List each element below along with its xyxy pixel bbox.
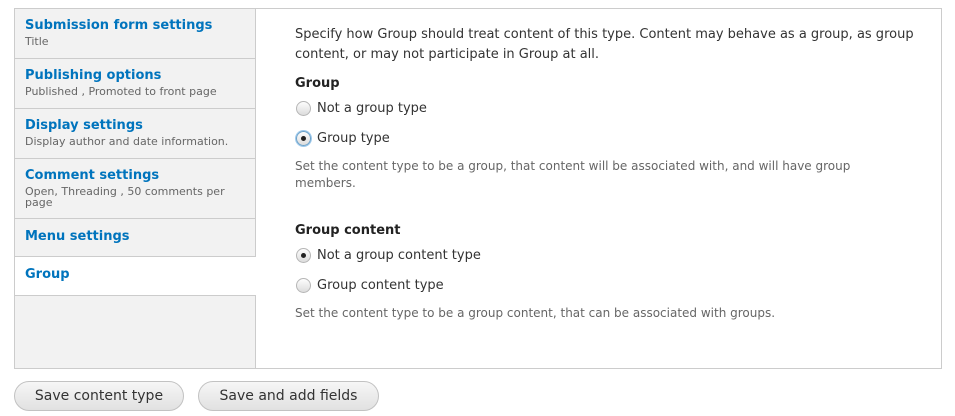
pane-description: Specify how Group should treat content o… [295, 27, 914, 62]
group-description: Set the content type to be a group, that… [295, 159, 851, 190]
tab-title: Menu settings [25, 229, 130, 244]
tab-display-settings[interactable]: Display settings Display author and date… [15, 109, 255, 159]
tab-group[interactable]: Group [15, 257, 256, 296]
radio-button[interactable] [296, 101, 311, 116]
tab-summary: Open, Threading , 50 comments per page [25, 185, 225, 209]
group-content-description: Set the content type to be a group conte… [295, 306, 776, 320]
save-content-type-button[interactable]: Save content type [14, 381, 184, 411]
radio-label: Group type [317, 131, 390, 146]
radio-button[interactable] [296, 278, 311, 293]
radio-not-group-content-type[interactable]: Not a group content type [296, 248, 481, 263]
radio-button[interactable] [296, 248, 311, 263]
tab-title: Display settings [25, 118, 143, 133]
radio-label: Not a group type [317, 101, 427, 116]
tab-title: Submission form settings [25, 18, 213, 33]
tab-summary: Title [25, 35, 49, 48]
radio-group-content-type[interactable]: Group content type [296, 278, 444, 293]
vertical-tab-list: Submission form settings Title Publishin… [15, 9, 256, 368]
tab-title: Comment settings [25, 168, 160, 183]
radio-button[interactable] [296, 131, 311, 146]
tab-menu-settings[interactable]: Menu settings [15, 219, 255, 257]
tab-title: Publishing options [25, 68, 162, 83]
radio-group-type[interactable]: Group type [296, 131, 390, 146]
group-heading: Group [295, 76, 340, 91]
radio-label: Group content type [317, 278, 444, 293]
tab-submission-form-settings[interactable]: Submission form settings Title [15, 9, 255, 59]
radio-not-group-type[interactable]: Not a group type [296, 101, 427, 116]
save-and-add-fields-button[interactable]: Save and add fields [198, 381, 379, 411]
tab-comment-settings[interactable]: Comment settings Open, Threading , 50 co… [15, 159, 255, 219]
tab-publishing-options[interactable]: Publishing options Published , Promoted … [15, 59, 255, 109]
tab-title: Group [25, 267, 70, 282]
radio-label: Not a group content type [317, 248, 481, 263]
group-content-heading: Group content [295, 223, 401, 238]
tab-summary: Display author and date information. [25, 135, 229, 148]
tab-summary: Published , Promoted to front page [25, 85, 217, 98]
